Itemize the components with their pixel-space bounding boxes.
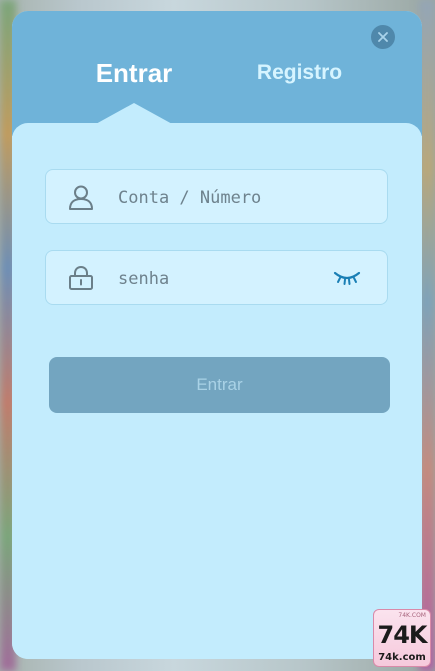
login-modal: Entrar Registro Entrar (12, 11, 422, 659)
account-field[interactable] (45, 169, 388, 224)
watermark-top-text: 74K.COM (398, 612, 426, 619)
login-submit-button[interactable]: Entrar (49, 357, 390, 413)
modal-header: Entrar Registro (12, 11, 422, 136)
lock-icon (69, 265, 93, 290)
account-input[interactable] (116, 182, 320, 214)
password-field[interactable] (45, 250, 388, 305)
tab-register[interactable]: Registro (237, 55, 362, 91)
site-watermark-logo: 74K.COM 74K 74k.com (373, 609, 431, 667)
password-input[interactable] (116, 263, 320, 295)
watermark-sub-text: 74k.com (378, 652, 426, 663)
user-icon (69, 185, 93, 210)
active-tab-pointer (94, 103, 174, 125)
watermark-main-text: 74K (377, 621, 428, 649)
eye-closed-icon[interactable] (333, 269, 361, 287)
tab-login[interactable]: Entrar (74, 55, 194, 91)
close-icon (378, 32, 388, 42)
close-button[interactable] (371, 25, 395, 49)
